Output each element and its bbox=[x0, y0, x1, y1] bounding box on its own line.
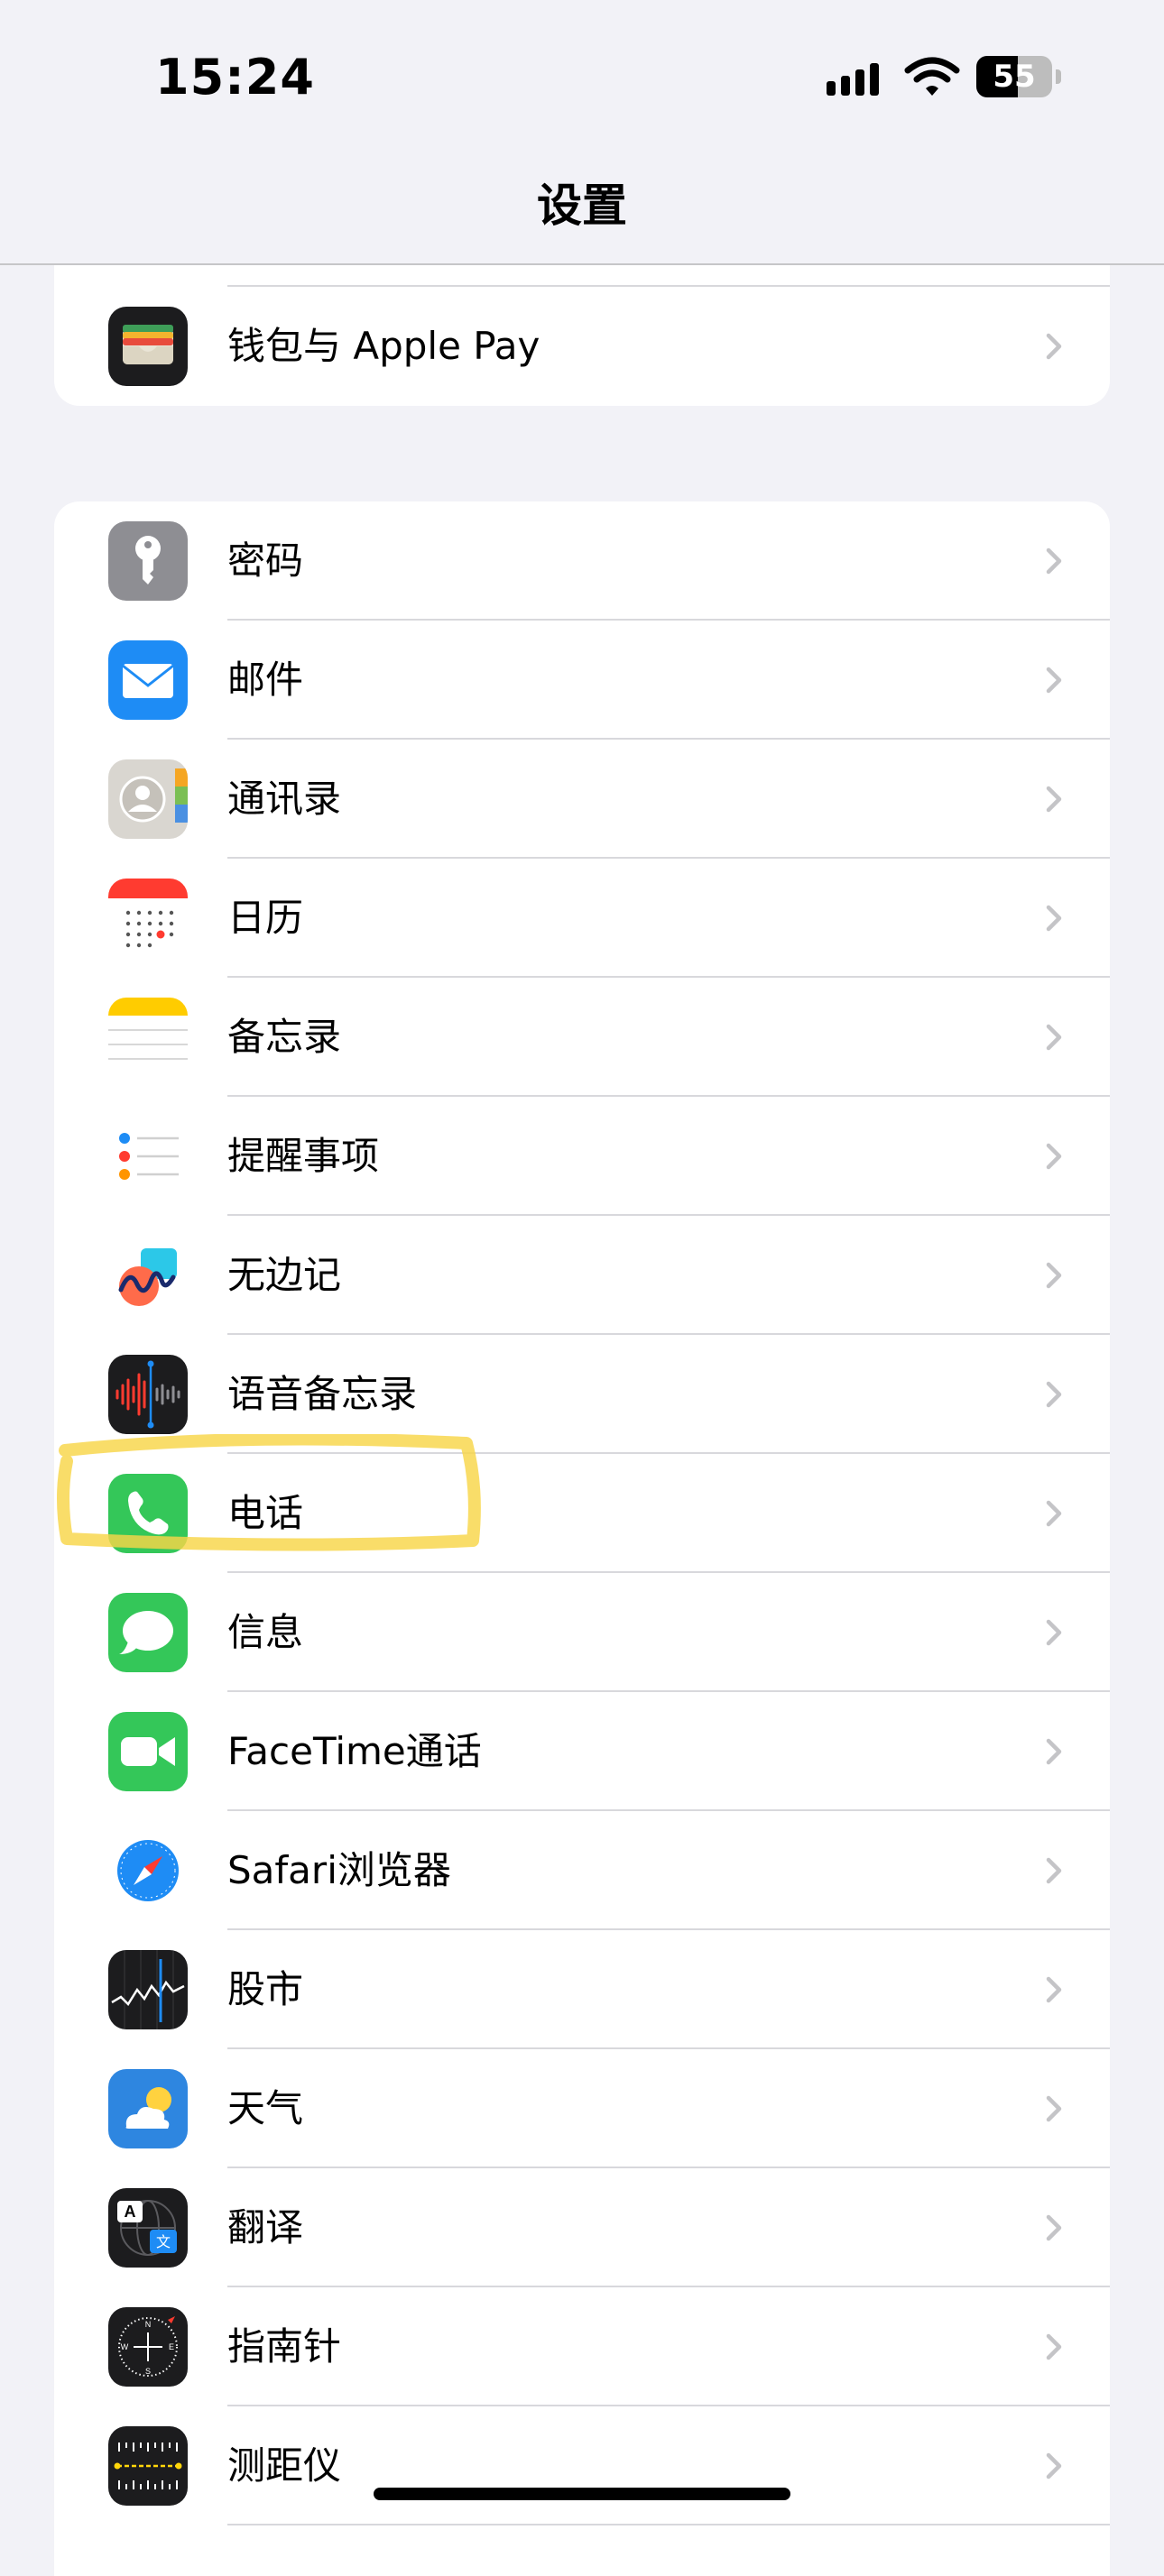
navigation-bar: 设置 bbox=[0, 153, 1164, 263]
settings-row-freeform[interactable]: 无边记 bbox=[54, 1216, 1110, 1335]
calendar-icon bbox=[108, 879, 188, 958]
settings-row-calendar[interactable]: 日历 bbox=[54, 859, 1110, 978]
chevron-right-icon bbox=[1046, 1381, 1062, 1408]
settings-row-measure[interactable]: 测距仪 bbox=[54, 2406, 1110, 2525]
mail-icon bbox=[108, 640, 188, 720]
settings-row-phone[interactable]: 电话 bbox=[54, 1454, 1110, 1573]
settings-row-label: 股市 bbox=[227, 1967, 304, 2011]
settings-row-label: 信息 bbox=[227, 1610, 304, 1654]
settings-row-label: 语音备忘录 bbox=[227, 1372, 418, 1416]
safari-icon bbox=[108, 1831, 188, 1910]
settings-group-apps: 密码邮件通讯录日历备忘录提醒事项无边记语音备忘录电话信息 FaceTime通话 Sa… bbox=[54, 501, 1110, 2576]
settings-row-translate[interactable]: A 文翻译 bbox=[54, 2168, 1110, 2287]
svg-text:S: S bbox=[145, 2367, 151, 2376]
settings-row-label: 电话 bbox=[227, 1491, 304, 1535]
settings-row-stocks[interactable]: 股市 bbox=[54, 1930, 1110, 2049]
chevron-right-icon bbox=[1046, 1500, 1062, 1527]
battery-icon: 55 bbox=[976, 56, 1063, 97]
stocks-icon bbox=[108, 1950, 188, 2029]
contacts-icon bbox=[108, 759, 188, 839]
settings-row-label: 邮件 bbox=[227, 658, 304, 702]
settings-row-label: FaceTime通话 bbox=[227, 1729, 482, 1773]
settings-row-voice-memos[interactable]: 语音备忘录 bbox=[54, 1335, 1110, 1454]
chevron-right-icon bbox=[1046, 1619, 1062, 1646]
chevron-right-icon bbox=[1046, 2095, 1062, 2122]
settings-row-label: 翻译 bbox=[227, 2205, 304, 2249]
chevron-right-icon bbox=[1046, 2214, 1062, 2241]
freeform-icon bbox=[108, 1236, 188, 1315]
home-indicator[interactable] bbox=[374, 2488, 790, 2500]
settings-group-top: 钱包与 Apple Pay bbox=[54, 265, 1110, 406]
phone-icon bbox=[108, 1474, 188, 1553]
page-title: 设置 bbox=[537, 179, 627, 232]
settings-row-label: Safari浏览器 bbox=[227, 1848, 451, 1892]
chevron-right-icon bbox=[1046, 1738, 1062, 1765]
wifi-icon bbox=[904, 57, 960, 96]
settings-row-contacts[interactable]: 通讯录 bbox=[54, 740, 1110, 859]
settings-row-label: 无边记 bbox=[227, 1253, 342, 1297]
settings-row-label: 钱包与 Apple Pay bbox=[227, 324, 540, 368]
status-time: 15:24 bbox=[155, 49, 315, 106]
notes-icon bbox=[108, 998, 188, 1077]
svg-text:N: N bbox=[145, 2320, 152, 2329]
battery-percentage: 55 bbox=[993, 59, 1036, 95]
chevron-right-icon bbox=[1046, 1262, 1062, 1289]
settings-row-label: 通讯录 bbox=[227, 777, 342, 821]
voice-memos-icon bbox=[108, 1355, 188, 1434]
settings-row-weather[interactable]: 天气 bbox=[54, 2049, 1110, 2168]
chevron-right-icon bbox=[1046, 905, 1062, 932]
status-bar: 15:24 55 bbox=[0, 0, 1164, 153]
settings-row-label: 密码 bbox=[227, 538, 304, 583]
settings-row-compass[interactable]: N S W E 指南针 bbox=[54, 2287, 1110, 2406]
messages-icon bbox=[108, 1593, 188, 1672]
cellular-signal-icon bbox=[827, 63, 879, 96]
svg-text:A: A bbox=[125, 2203, 136, 2221]
settings-row-wallet[interactable]: 钱包与 Apple Pay bbox=[54, 287, 1110, 406]
chevron-right-icon bbox=[1046, 786, 1062, 813]
svg-text:文: 文 bbox=[156, 2233, 171, 2250]
svg-text:W: W bbox=[121, 2342, 129, 2351]
settings-row-notes[interactable]: 备忘录 bbox=[54, 978, 1110, 1097]
settings-row-label: 测距仪 bbox=[227, 2443, 342, 2488]
key-icon bbox=[108, 521, 188, 601]
chevron-right-icon bbox=[1046, 1143, 1062, 1170]
settings-row-label: 日历 bbox=[227, 896, 304, 940]
chevron-right-icon bbox=[1046, 667, 1062, 694]
chevron-right-icon bbox=[1046, 1857, 1062, 1884]
measure-icon bbox=[108, 2426, 188, 2506]
settings-row-messages[interactable]: 信息 bbox=[54, 1573, 1110, 1692]
translate-icon: A文 bbox=[108, 2188, 188, 2268]
settings-row-label: 指南针 bbox=[227, 2324, 342, 2369]
settings-row-label: 提醒事项 bbox=[227, 1134, 380, 1178]
settings-row-label: 备忘录 bbox=[227, 1015, 342, 1059]
chevron-right-icon bbox=[1046, 1976, 1062, 2003]
weather-icon bbox=[108, 2069, 188, 2148]
settings-row-mail[interactable]: 邮件 bbox=[54, 621, 1110, 740]
compass-icon: N S W E bbox=[108, 2307, 188, 2387]
settings-row-reminders[interactable]: 提醒事项 bbox=[54, 1097, 1110, 1216]
settings-row-facetime[interactable]: FaceTime通话 bbox=[54, 1692, 1110, 1811]
settings-row-key[interactable]: 密码 bbox=[54, 501, 1110, 621]
chevron-right-icon bbox=[1046, 547, 1062, 575]
facetime-icon bbox=[108, 1712, 188, 1791]
settings-row-safari[interactable]: Safari浏览器 bbox=[54, 1811, 1110, 1930]
wallet-icon bbox=[108, 307, 188, 386]
chevron-right-icon bbox=[1046, 1024, 1062, 1051]
chevron-right-icon bbox=[1046, 333, 1062, 360]
svg-text:E: E bbox=[169, 2342, 174, 2351]
reminders-icon bbox=[108, 1117, 188, 1196]
chevron-right-icon bbox=[1046, 2452, 1062, 2479]
chevron-right-icon bbox=[1046, 2333, 1062, 2360]
settings-row-label: 天气 bbox=[227, 2086, 304, 2130]
